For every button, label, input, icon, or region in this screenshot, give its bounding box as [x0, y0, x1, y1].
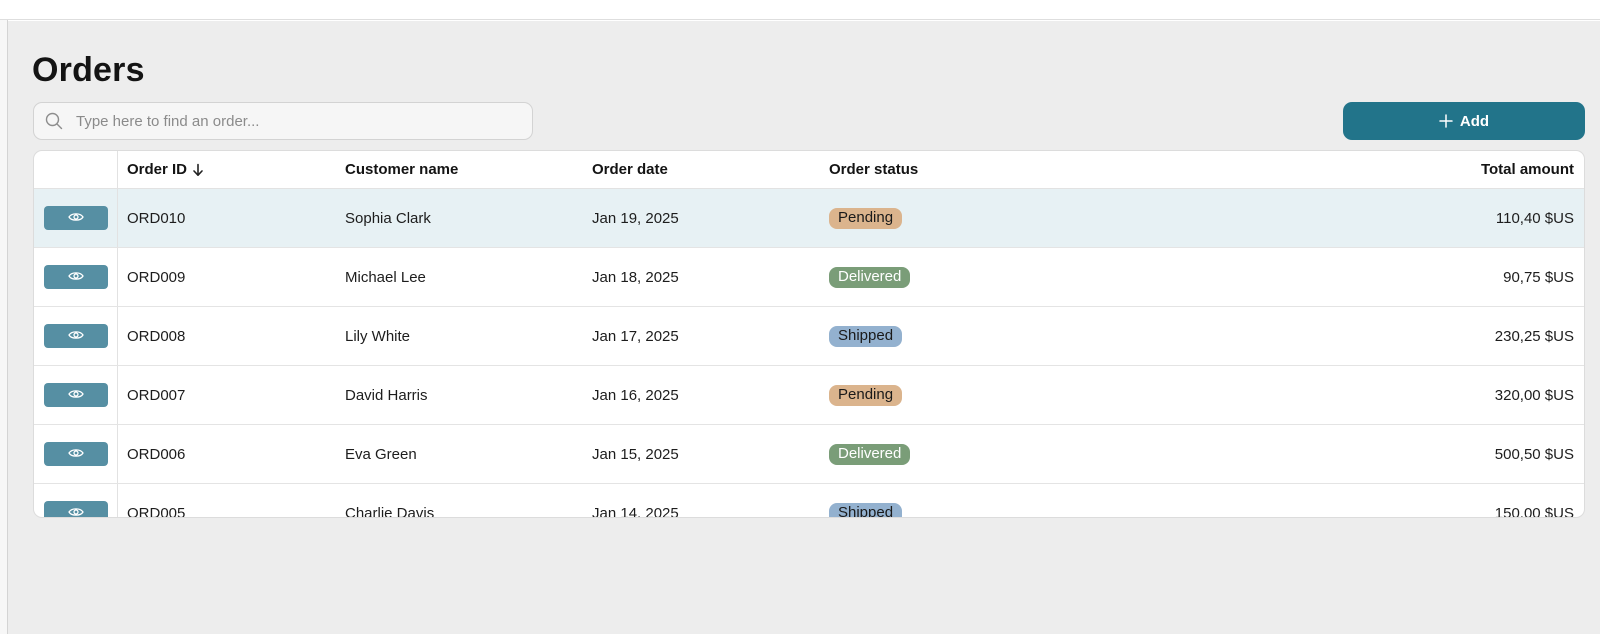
status-badge: Pending [829, 384, 903, 406]
cell-customer-name: David Harris [345, 386, 428, 404]
cell-order-status: Shipped [820, 325, 1068, 347]
eye-icon [67, 447, 84, 462]
cell-order-id: ORD010 [127, 209, 186, 227]
top-bar [0, 0, 1600, 20]
row-actions-cell [34, 425, 118, 483]
view-order-button[interactable] [43, 324, 108, 348]
cell-customer-name: Lily White [345, 327, 411, 345]
cell-order-status: Delivered [820, 266, 1068, 288]
table-header: Order ID Customer name Order date Order … [34, 151, 1584, 189]
column-header-order-status[interactable]: Order status [820, 161, 1068, 178]
column-header-label: Order ID [127, 161, 188, 178]
cell-order-status: Pending [820, 207, 1068, 229]
column-header-order-id[interactable]: Order ID [118, 161, 336, 178]
view-order-button[interactable] [43, 265, 108, 289]
eye-icon [67, 506, 84, 518]
view-order-button[interactable] [43, 501, 108, 518]
header-actions-cell [34, 151, 118, 188]
row-actions-cell [34, 248, 118, 306]
table-row[interactable]: ORD008 Lily White Jan 17, 2025 Shipped 2… [34, 307, 1584, 366]
table-row[interactable]: ORD006 Eva Green Jan 15, 2025 Delivered … [34, 425, 1584, 484]
row-actions-cell [34, 307, 118, 365]
view-order-button[interactable] [43, 442, 108, 466]
search-input[interactable] [76, 106, 516, 136]
search-icon [44, 111, 64, 131]
cell-order-date: Jan 19, 2025 [592, 209, 679, 227]
cell-customer-name: Michael Lee [345, 268, 426, 286]
left-rail [0, 20, 8, 634]
cell-order-status: Delivered [820, 443, 1068, 465]
view-order-button[interactable] [43, 206, 108, 230]
table-row[interactable]: ORD005 Charlie Davis Jan 14, 2025 Shippe… [34, 484, 1584, 518]
eye-icon [67, 211, 84, 226]
cell-total-amount: 320,00 $US [1494, 386, 1574, 404]
cell-total-amount: 500,50 $US [1494, 445, 1574, 463]
cell-customer-name: Sophia Clark [345, 209, 431, 227]
cell-total-amount: 230,25 $US [1494, 327, 1574, 345]
arrow-down-icon[interactable] [192, 163, 204, 177]
add-button-label: Add [1459, 112, 1490, 130]
cell-order-date: Jan 18, 2025 [592, 268, 679, 286]
cell-order-id: ORD005 [127, 504, 186, 518]
cell-order-status: Pending [820, 384, 1068, 406]
order-search[interactable] [33, 102, 533, 140]
cell-order-date: Jan 15, 2025 [592, 445, 679, 463]
plus-icon [1439, 114, 1453, 128]
cell-order-id: ORD006 [127, 445, 186, 463]
status-badge: Pending [829, 207, 903, 229]
add-order-button[interactable]: Add [1343, 102, 1585, 140]
cell-order-date: Jan 16, 2025 [592, 386, 679, 404]
row-actions-cell [34, 189, 118, 247]
cell-order-id: ORD008 [127, 327, 186, 345]
view-order-button[interactable] [43, 383, 108, 407]
cell-order-date: Jan 17, 2025 [592, 327, 679, 345]
eye-icon [67, 270, 84, 285]
cell-total-amount: 150,00 $US [1494, 504, 1574, 518]
status-badge: Shipped [829, 502, 903, 517]
table-body: ORD010 Sophia Clark Jan 19, 2025 Pending… [34, 189, 1584, 518]
page-title: Orders [32, 51, 145, 89]
column-header-customer-name[interactable]: Customer name [336, 161, 583, 178]
cell-order-id: ORD009 [127, 268, 186, 286]
table-row[interactable]: ORD010 Sophia Clark Jan 19, 2025 Pending… [34, 189, 1584, 248]
cell-order-status: Shipped [820, 502, 1068, 517]
cell-customer-name: Eva Green [345, 445, 417, 463]
cell-total-amount: 90,75 $US [1503, 268, 1574, 286]
cell-total-amount: 110,40 $US [1495, 209, 1574, 227]
orders-table: Order ID Customer name Order date Order … [33, 150, 1585, 518]
status-badge: Delivered [829, 266, 911, 288]
table-row[interactable]: ORD007 David Harris Jan 16, 2025 Pending… [34, 366, 1584, 425]
status-badge: Delivered [829, 443, 911, 465]
row-actions-cell [34, 366, 118, 424]
main-content: Orders Add Order ID [8, 21, 1600, 634]
cell-order-date: Jan 14, 2025 [592, 504, 679, 518]
column-header-total-amount[interactable]: Total amount [1068, 161, 1584, 178]
eye-icon [67, 388, 84, 403]
cell-order-id: ORD007 [127, 386, 186, 404]
row-actions-cell [34, 484, 118, 518]
table-row[interactable]: ORD009 Michael Lee Jan 18, 2025 Delivere… [34, 248, 1584, 307]
column-header-order-date[interactable]: Order date [583, 161, 820, 178]
eye-icon [67, 329, 84, 344]
cell-customer-name: Charlie Davis [345, 504, 435, 518]
status-badge: Shipped [829, 325, 903, 347]
